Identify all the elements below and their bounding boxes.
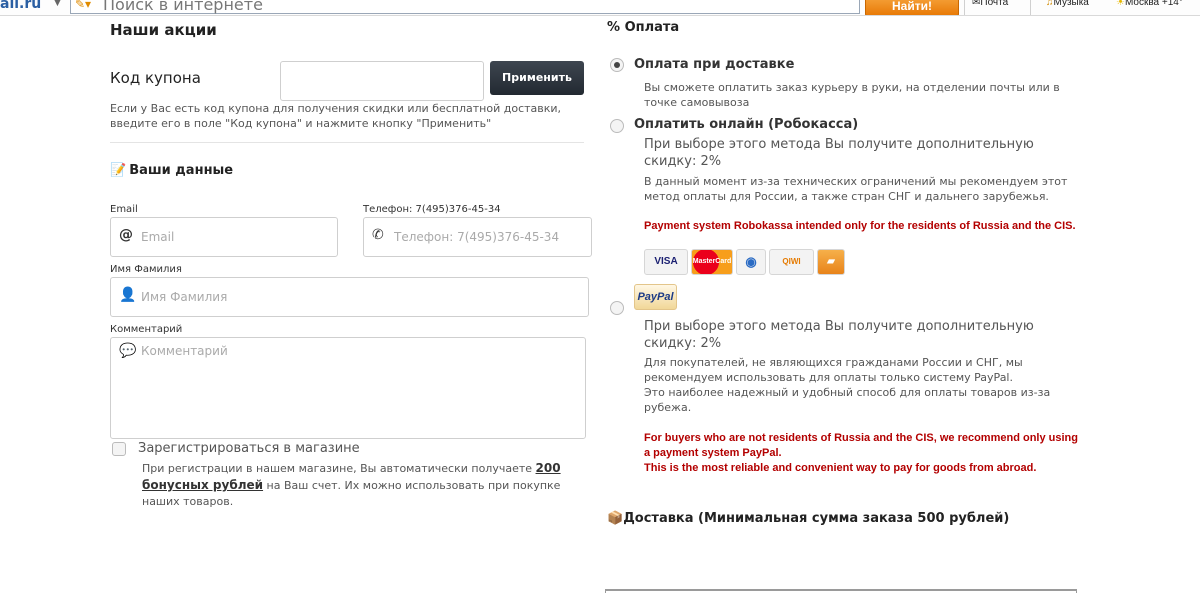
paypal-logo[interactable]: PayPal [634, 284, 677, 310]
option-paypal-discount: При выборе этого метода Вы получите допо… [644, 319, 1034, 351]
email-field[interactable]: @ [110, 217, 338, 257]
webmoney-logo: ◉ [736, 249, 766, 275]
register-checkbox[interactable] [112, 442, 126, 456]
option-cod-description: Вы сможете оплатить заказ курьеру в руки… [644, 81, 1060, 109]
toolbar-divider [1030, 0, 1031, 15]
music-link[interactable]: ♫Музыка [1046, 0, 1089, 8]
payment-heading: % Оплата [607, 20, 680, 35]
comment-field[interactable]: 💬 [110, 337, 586, 439]
weather-link[interactable]: ☀Москва +14° [1116, 0, 1183, 8]
browser-toolbar: ail.ru ▼ ✎▾ Поиск в интернете Найти! ✉По… [0, 0, 1200, 16]
edit-form-icon: 📝 [110, 163, 127, 178]
option-robokassa-description: В данный момент из-за технических ограни… [644, 175, 1068, 203]
radio-cod[interactable] [610, 58, 624, 72]
phone-label: Телефон: 7(495)376-45-34 [363, 204, 501, 215]
register-label[interactable]: Зарегистрироваться в магазине [138, 441, 360, 456]
email-label: Email [110, 204, 138, 215]
at-sign-icon: @ [119, 227, 133, 243]
name-field[interactable]: 👤 [110, 277, 589, 317]
name-label: Имя Фамилия [110, 264, 182, 275]
option-robokassa-title[interactable]: Оплатить онлайн (Робокасса) [634, 117, 858, 132]
phone-input[interactable] [394, 218, 587, 256]
web-search-input[interactable]: Поиск в интернете [103, 0, 263, 14]
radio-paypal[interactable] [610, 301, 624, 315]
toolbar-divider [964, 0, 965, 15]
mastercard-logo: MasterCard [691, 249, 733, 275]
apply-coupon-button[interactable]: Применить [490, 61, 584, 95]
comment-input[interactable] [141, 344, 581, 434]
customer-data-heading: 📝 Ваши данные [110, 163, 234, 178]
delivery-heading: 📦Доставка (Минимальная сумма заказа 500 … [607, 511, 1010, 526]
section-divider [110, 142, 584, 143]
mail-ru-logo[interactable]: ail.ru [0, 0, 41, 12]
register-note: При регистрации в нашем магазине, Вы авт… [142, 461, 561, 508]
paypal-warning: For buyers who are not residents of Russ… [644, 432, 1078, 474]
email-input[interactable] [141, 218, 333, 256]
web-search-box[interactable]: ✎▾ Поиск в интернете [70, 0, 860, 14]
user-icon: 👤 [119, 287, 137, 303]
package-icon: 📦 [607, 511, 624, 526]
sun-icon: ☀ [1116, 0, 1125, 8]
coupon-input[interactable] [280, 61, 484, 101]
robokassa-warning: Payment system Robokassa intended only f… [644, 220, 1076, 232]
find-button[interactable]: Найти! [865, 0, 959, 15]
delivery-box-edge [605, 589, 1077, 593]
phone-icon: ✆ [372, 227, 384, 243]
phone-field[interactable]: ✆ [363, 217, 592, 257]
search-engine-icon[interactable]: ✎▾ [75, 0, 91, 11]
coupon-note: Если у Вас есть код купона для получения… [110, 102, 562, 130]
yandex-money-logo: ▰ [817, 249, 845, 275]
comment-label: Комментарий [110, 324, 183, 335]
speech-bubble-icon: 💬 [119, 343, 137, 359]
payment-card-logos: VISA MasterCard ◉ QIWI ▰ [644, 249, 848, 275]
name-input[interactable] [141, 278, 584, 316]
radio-robokassa[interactable] [610, 119, 624, 133]
option-paypal-description: Для покупателей, не являющихся гражданам… [644, 356, 1051, 414]
percent-icon: % [607, 20, 625, 35]
qiwi-logo: QIWI [769, 249, 814, 275]
mail-link[interactable]: ✉Почта [972, 0, 1008, 8]
coupon-label: Код купона [110, 69, 201, 87]
option-cod-title[interactable]: Оплата при доставке [634, 57, 794, 72]
promo-heading: Наши акции [110, 21, 217, 39]
option-robokassa-discount: При выборе этого метода Вы получите допо… [644, 137, 1034, 169]
chevron-down-icon[interactable]: ▼ [54, 0, 61, 8]
music-note-icon: ♫ [1046, 0, 1054, 8]
visa-logo: VISA [644, 249, 688, 275]
